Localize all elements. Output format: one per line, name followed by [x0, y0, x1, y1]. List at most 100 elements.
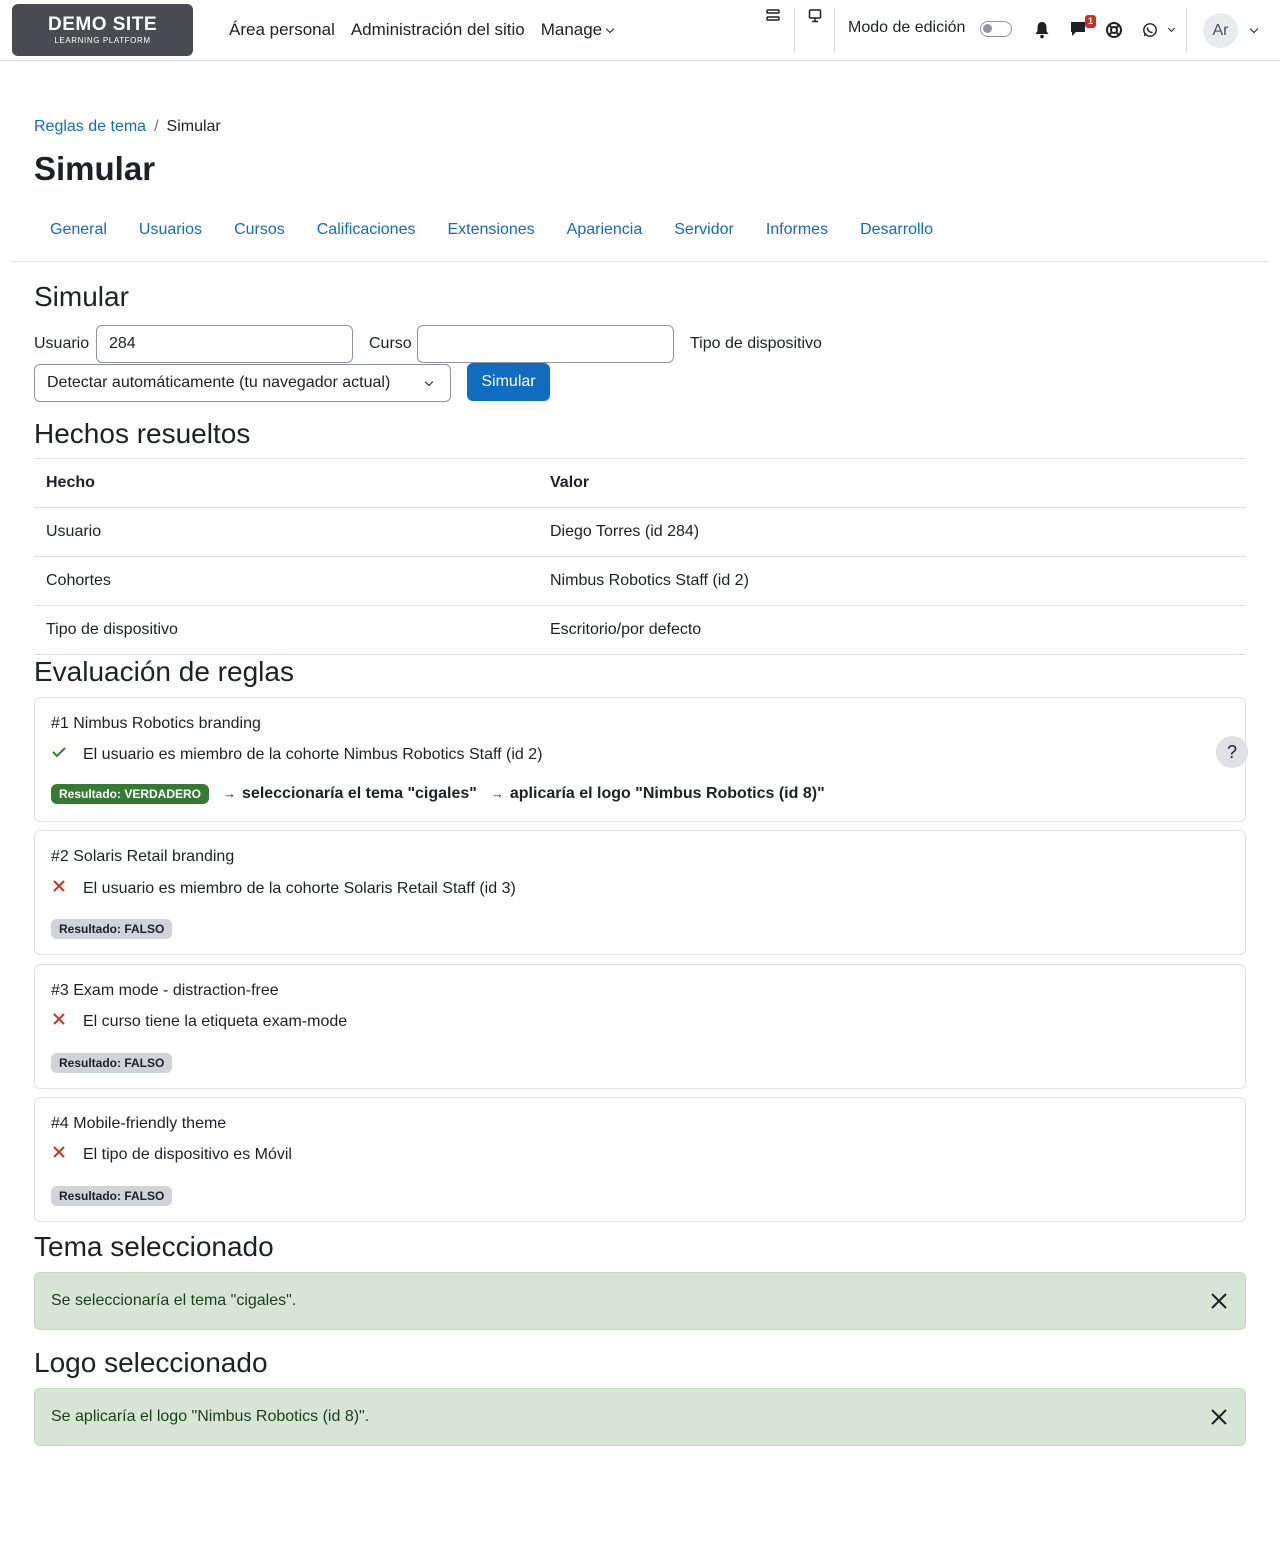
breadcrumb-current: Simular — [166, 118, 221, 135]
whatsapp-icon[interactable] — [1142, 22, 1158, 38]
nav-item-manage[interactable]: Manage — [540, 20, 615, 40]
table-header-row: Hecho Valor — [34, 458, 1246, 508]
cross-icon — [53, 1146, 65, 1158]
condition-text: El usuario es miembro de la cohorte Sola… — [83, 880, 516, 897]
tab-development[interactable]: Desarrollo — [844, 212, 949, 248]
site-logo[interactable]: DEMO SITE LEARNING PLATFORM — [12, 4, 193, 56]
fact-name: Cohortes — [34, 556, 538, 606]
help-button[interactable]: ? — [1216, 736, 1248, 768]
alert-message: Se aplicaría el logo "Nimbus Robotics (i… — [51, 1408, 370, 1425]
rule-card: #3 Exam mode - distraction-free El curso… — [34, 964, 1246, 1089]
rule-condition: El usuario es miembro de la cohorte Sola… — [51, 879, 516, 898]
device-type-selected-value: Detectar automáticamente (tu navegador a… — [47, 374, 391, 391]
tab-plugins[interactable]: Extensiones — [431, 212, 550, 248]
message-count-badge: 1 — [1085, 15, 1096, 28]
condition-text: El curso tiene la etiqueta exam-mode — [83, 1013, 348, 1030]
chevron-down-icon[interactable] — [1249, 24, 1259, 34]
rule-condition: El usuario es miembro de la cohorte Nimb… — [51, 745, 542, 764]
tab-reports[interactable]: Informes — [750, 212, 844, 248]
user-avatar[interactable]: Ar — [1203, 13, 1238, 48]
divider — [834, 8, 835, 52]
fact-name: Tipo de dispositivo — [34, 605, 538, 655]
tab-appearance[interactable]: Apariencia — [551, 212, 659, 248]
rule-result: Resultado: VERDADERO → seleccionaría el t… — [51, 784, 825, 804]
user-input[interactable]: 284 — [96, 325, 353, 363]
lifebuoy-help-icon[interactable] — [1105, 21, 1123, 39]
rule-result: Resultado: FALSO — [51, 919, 173, 939]
rule-result: Resultado: FALSO — [51, 1186, 173, 1206]
rule-result: Resultado: FALSO — [51, 1053, 173, 1073]
device-type-select[interactable]: Detectar automáticamente (tu navegador a… — [34, 364, 451, 402]
simulate-heading: Simular — [34, 281, 129, 312]
column-header-fact: Hecho — [34, 458, 538, 508]
breadcrumb: Reglas de tema / Simular — [34, 118, 221, 136]
course-input[interactable] — [417, 325, 674, 363]
column-header-value: Valor — [538, 458, 1246, 508]
chevron-down-icon — [424, 377, 434, 387]
action-text: aplicaría el logo "Nimbus Robotics (id 8… — [509, 785, 825, 802]
page-title: Simular — [34, 150, 156, 187]
user-field-label: Usuario — [34, 335, 90, 352]
result-badge-false: Resultado: FALSO — [51, 1186, 173, 1206]
table-row: Cohortes Nimbus Robotics Staff (id 2) — [34, 556, 1246, 606]
selected-logo-heading: Logo seleccionado — [34, 1347, 268, 1378]
breadcrumb-link-theme-rules[interactable]: Reglas de tema — [34, 118, 146, 135]
condition-text: El tipo de dispositivo es Móvil — [83, 1146, 292, 1163]
result-badge-true: Resultado: VERDADERO — [51, 784, 210, 804]
tab-server[interactable]: Servidor — [658, 212, 750, 248]
tab-general[interactable]: General — [34, 212, 123, 248]
nav-item-site-admin[interactable]: Administración del sitio — [351, 20, 525, 40]
secondary-navigation: General Usuarios Cursos Calificaciones E… — [12, 212, 1269, 262]
rule-condition: El tipo de dispositivo es Móvil — [51, 1145, 292, 1164]
close-icon[interactable] — [1209, 1291, 1229, 1311]
result-badge-false: Resultado: FALSO — [51, 919, 173, 939]
cross-icon — [53, 880, 65, 892]
chevron-down-icon — [605, 24, 615, 34]
tab-grades[interactable]: Calificaciones — [301, 212, 432, 248]
logo-title: DEMO SITE — [47, 14, 157, 35]
selected-logo-alert: Se aplicaría el logo "Nimbus Robotics (i… — [34, 1388, 1246, 1446]
blocks-drawer-icon[interactable] — [766, 9, 782, 23]
rule-action-logo: → aplicaría el logo "Nimbus Robotics (id … — [491, 785, 825, 803]
logo-subtitle: LEARNING PLATFORM — [54, 36, 151, 45]
table-row: Tipo de dispositivo Escritorio/por defec… — [34, 605, 1246, 655]
alert-message: Se seleccionaría el tema "cigales". — [51, 1292, 297, 1309]
condition-text: El usuario es miembro de la cohorte Nimb… — [83, 746, 543, 763]
primary-navigation: Área personal Administración del sitio M… — [229, 20, 615, 40]
chevron-down-icon[interactable] — [1167, 24, 1176, 33]
rule-condition: El curso tiene la etiqueta exam-mode — [51, 1012, 347, 1031]
rule-card: #2 Solaris Retail branding El usuario es… — [34, 830, 1246, 955]
desktop-icon[interactable] — [808, 9, 824, 23]
selected-theme-heading: Tema seleccionado — [34, 1231, 274, 1262]
fact-name: Usuario — [34, 507, 538, 557]
edit-mode-label: Modo de edición — [848, 19, 966, 36]
course-field-label: Curso — [369, 335, 412, 352]
top-navbar: DEMO SITE LEARNING PLATFORM Área persona… — [0, 0, 1280, 61]
device-type-label: Tipo de dispositivo — [690, 335, 822, 352]
fact-value: Nimbus Robotics Staff (id 2) — [538, 556, 1246, 606]
divider — [794, 8, 795, 52]
rule-action-theme: → seleccionaría el tema "cigales" — [223, 785, 477, 803]
resolved-facts-heading: Hechos resueltos — [34, 418, 251, 449]
action-text: seleccionaría el tema "cigales" — [242, 785, 477, 802]
bell-icon[interactable] — [1034, 21, 1050, 39]
table-row: Usuario Diego Torres (id 284) — [34, 507, 1246, 557]
edit-mode-toggle[interactable] — [980, 21, 1012, 37]
fact-value: Diego Torres (id 284) — [538, 507, 1246, 557]
rule-card: #1 Nimbus Robotics branding El usuario e… — [34, 697, 1246, 822]
divider — [1186, 8, 1187, 52]
cross-icon — [53, 1013, 65, 1025]
rule-title: #4 Mobile-friendly theme — [51, 1115, 227, 1132]
resolved-facts-table: Hecho Valor Usuario Diego Torres (id 284… — [34, 458, 1246, 655]
nav-item-dashboard[interactable]: Área personal — [229, 20, 335, 40]
rule-evaluation-heading: Evaluación de reglas — [34, 656, 294, 687]
simulate-button[interactable]: Simular — [467, 363, 550, 401]
rule-card: #4 Mobile-friendly theme El tipo de disp… — [34, 1097, 1246, 1222]
breadcrumb-separator: / — [154, 118, 159, 135]
tab-users[interactable]: Usuarios — [123, 212, 218, 248]
close-icon[interactable] — [1209, 1407, 1229, 1427]
nav-item-manage-label: Manage — [540, 20, 603, 39]
tab-courses[interactable]: Cursos — [218, 212, 301, 248]
selected-theme-alert: Se seleccionaría el tema "cigales". — [34, 1272, 1246, 1330]
rule-title: #2 Solaris Retail branding — [51, 848, 235, 865]
